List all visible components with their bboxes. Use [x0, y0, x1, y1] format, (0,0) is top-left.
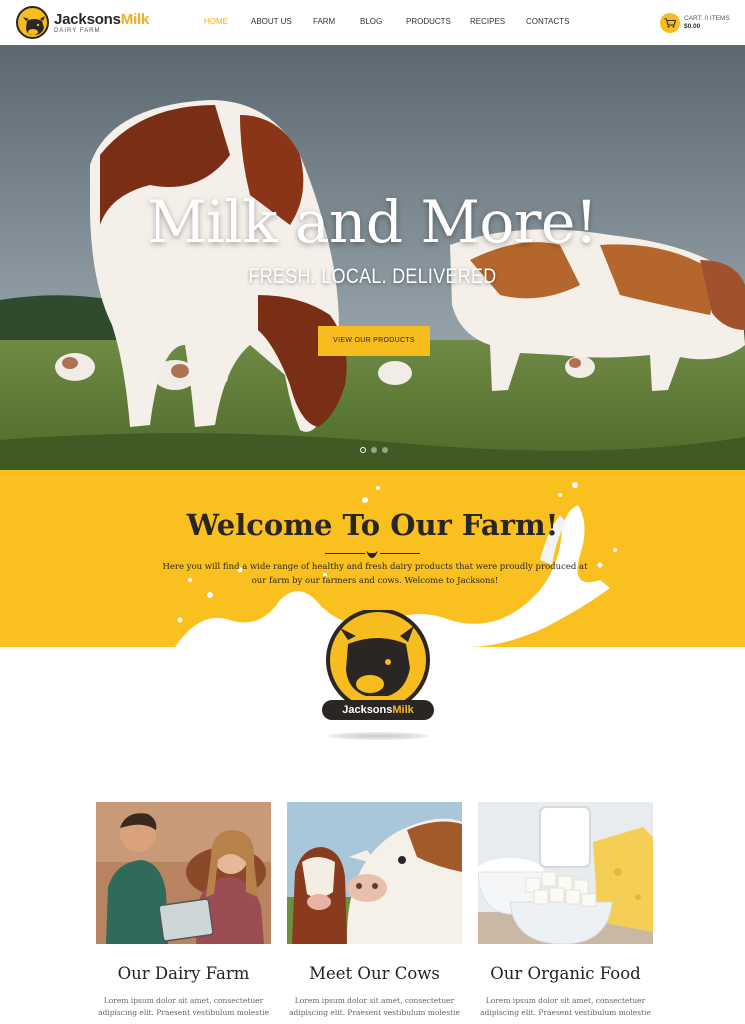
- farmers-image[interactable]: [96, 802, 271, 944]
- cart-icon: [660, 13, 680, 33]
- card-text: Lorem ipsum dolor sit amet, consectetuer…: [480, 996, 651, 1017]
- nav-recipes[interactable]: RECIPES: [470, 17, 505, 26]
- card-text: Lorem ipsum dolor sit amet, consectetuer…: [98, 996, 269, 1017]
- nav-contacts[interactable]: CONTACTS: [526, 17, 569, 26]
- card-title[interactable]: Our Dairy Farm: [96, 964, 271, 983]
- slider-dot-1[interactable]: [360, 447, 366, 453]
- logo-subtitle: DAIRY FARM: [54, 27, 101, 34]
- cows-image[interactable]: [287, 802, 462, 944]
- card-dairy-farm[interactable]: Our Dairy Farm Lorem ipsum dolor sit ame…: [96, 802, 271, 1019]
- nav-home[interactable]: HOME: [204, 17, 228, 26]
- cow-head-divider-icon: [366, 551, 378, 558]
- nav-blog[interactable]: BLOG: [360, 17, 382, 26]
- dairy-products-image[interactable]: [478, 802, 653, 944]
- slider-dots: [360, 447, 388, 453]
- hero-slider: Milk and More! FRESH. LOCAL. DELIVERED V…: [0, 45, 745, 470]
- site-header: JacksonsMilk DAIRY FARM HOME ABOUT US FA…: [0, 0, 745, 45]
- badge-name: JacksonsMilk: [342, 704, 414, 716]
- card-text: Lorem ipsum dolor sit amet, consectetuer…: [289, 996, 460, 1017]
- slider-dot-2[interactable]: [371, 447, 377, 453]
- slider-dot-3[interactable]: [382, 447, 388, 453]
- site-logo[interactable]: JacksonsMilk DAIRY FARM: [16, 6, 149, 39]
- welcome-text: Here you will find a wide range of healt…: [162, 562, 588, 586]
- cow-logo-icon: [16, 6, 49, 39]
- nav-farm[interactable]: FARM: [313, 17, 335, 26]
- welcome-divider: [325, 550, 420, 558]
- hero-title: Milk and More!: [147, 188, 598, 256]
- view-products-button[interactable]: VIEW OUR PRODUCTS: [318, 326, 430, 356]
- card-title[interactable]: Meet Our Cows: [287, 964, 462, 983]
- nav-products[interactable]: PRODUCTS: [406, 17, 451, 26]
- hero-background-image: [0, 45, 745, 470]
- hero-subtitle: FRESH. LOCAL. DELIVERED: [248, 265, 497, 288]
- card-meet-cows[interactable]: Meet Our Cows Lorem ipsum dolor sit amet…: [287, 802, 462, 1019]
- card-title[interactable]: Our Organic Food: [478, 964, 653, 983]
- cart-label: CART: 0 ITEMS: [684, 14, 730, 22]
- cart-total: $0.00: [684, 23, 701, 30]
- logo-name: JacksonsMilk: [54, 10, 150, 28]
- jacksons-milk-badge: JacksonsMilk: [318, 608, 438, 740]
- cart-widget[interactable]: CART: 0 ITEMS $0.00: [660, 13, 730, 33]
- nav-about-us[interactable]: ABOUT US: [251, 17, 292, 26]
- card-organic-food[interactable]: Our Organic Food Lorem ipsum dolor sit a…: [478, 802, 653, 1019]
- welcome-title: Welcome To Our Farm!: [186, 508, 559, 542]
